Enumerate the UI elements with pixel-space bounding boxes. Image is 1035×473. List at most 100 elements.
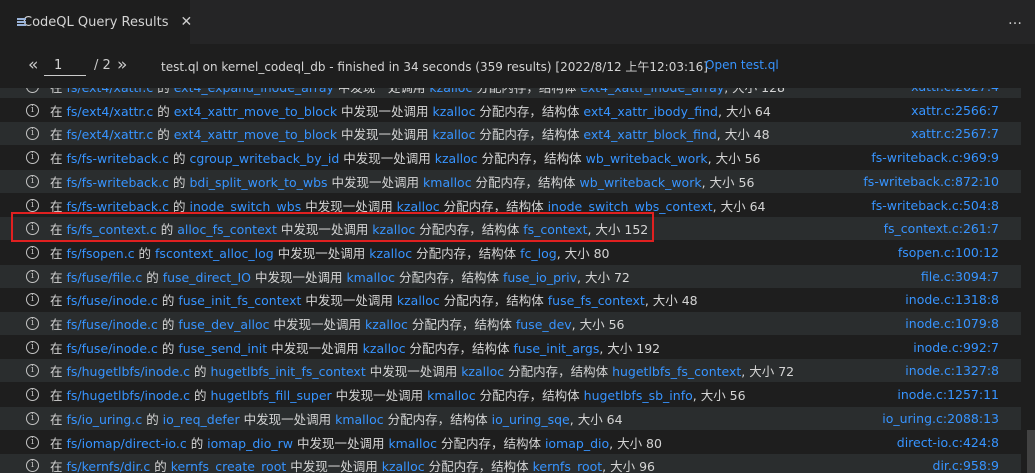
struct-link[interactable]: fuse_io_priv bbox=[503, 270, 577, 285]
function-link[interactable]: fscontext_alloc_log bbox=[155, 246, 274, 261]
struct-link[interactable]: kernfs_root bbox=[533, 459, 603, 473]
location-link[interactable]: inode.c:1079:8 bbox=[905, 316, 999, 331]
alloc-function-link[interactable]: kmalloc bbox=[427, 388, 476, 403]
file-link[interactable]: fs/iomap/direct-io.c bbox=[66, 436, 186, 451]
alloc-function-link[interactable]: kzalloc bbox=[433, 127, 476, 142]
open-query-link[interactable]: Open test.ql bbox=[705, 58, 779, 72]
alloc-function-link[interactable]: kzalloc bbox=[461, 364, 504, 379]
alloc-function-link[interactable]: kzalloc bbox=[365, 317, 408, 332]
alloc-function-link[interactable]: kzalloc bbox=[382, 459, 425, 473]
file-link[interactable]: fs/ext4/xattr.c bbox=[66, 127, 153, 142]
file-link[interactable]: fs/fs_context.c bbox=[66, 222, 156, 237]
file-link[interactable]: fs/fs-writeback.c bbox=[66, 151, 169, 166]
file-link[interactable]: fs/fuse/inode.c bbox=[66, 293, 157, 308]
alloc-function-link[interactable]: kzalloc bbox=[369, 246, 412, 261]
scrollbar[interactable] bbox=[1027, 430, 1035, 473]
alloc-function-link[interactable]: kzalloc bbox=[372, 222, 415, 237]
struct-link[interactable]: io_uring_sqe bbox=[492, 412, 570, 427]
alloc-function-link[interactable]: kzalloc bbox=[397, 199, 440, 214]
location-link[interactable]: inode.c:1318:8 bbox=[905, 292, 999, 307]
struct-link[interactable]: ext4_xattr_inode_array bbox=[580, 88, 724, 95]
struct-link[interactable]: fuse_fs_context bbox=[548, 293, 645, 308]
struct-link[interactable]: ext4_xattr_block_find bbox=[583, 127, 716, 142]
close-icon[interactable]: ✕ bbox=[180, 14, 192, 30]
result-row[interactable]: i在 fs/fuse/inode.c 的 fuse_send_init 中发现一… bbox=[0, 336, 1021, 359]
result-row[interactable]: i在 fs/ext4/xattr.c 的 ext4_xattr_move_to_… bbox=[0, 99, 1021, 122]
struct-link[interactable]: hugetlbfs_sb_info bbox=[584, 388, 693, 403]
function-link[interactable]: ext4_xattr_move_to_block bbox=[174, 127, 337, 142]
file-link[interactable]: fs/ext4/xattr.c bbox=[66, 88, 153, 95]
result-row[interactable]: i在 fs/fs-writeback.c 的 cgroup_writeback_… bbox=[0, 146, 1021, 169]
struct-link[interactable]: fuse_dev bbox=[516, 317, 572, 332]
result-row[interactable]: i在 fs/fuse/inode.c 的 fuse_init_fs_contex… bbox=[0, 288, 1021, 311]
file-link[interactable]: fs/hugetlbfs/inode.c bbox=[66, 364, 190, 379]
alloc-function-link[interactable]: kzalloc bbox=[433, 104, 476, 119]
file-link[interactable]: fs/ext4/xattr.c bbox=[66, 104, 153, 119]
alloc-function-link[interactable]: kmalloc bbox=[346, 270, 395, 285]
function-link[interactable]: fuse_init_fs_context bbox=[178, 293, 301, 308]
function-link[interactable]: iomap_dio_rw bbox=[207, 436, 293, 451]
result-row[interactable]: i在 fs/ext4/xattr.c 的 ext4_xattr_move_to_… bbox=[0, 122, 1021, 146]
result-row[interactable]: i 在 fs/io_uring.c 的 io_req_defer 中发现一处调用 … bbox=[0, 406, 1021, 430]
function-link[interactable]: ext4_xattr_move_to_block bbox=[174, 104, 337, 119]
function-link[interactable]: fuse_send_init bbox=[178, 341, 267, 356]
result-row[interactable]: i在 fs/fuse/file.c 的 fuse_direct_IO 中发现一处… bbox=[0, 264, 1021, 288]
location-link[interactable]: xattr.c:2567:7 bbox=[911, 126, 999, 141]
result-row[interactable]: i在 fs/hugetlbfs/inode.c 的 hugetlbfs_init… bbox=[0, 359, 1021, 383]
function-link[interactable]: hugetlbfs_init_fs_context bbox=[210, 364, 365, 379]
alloc-function-link[interactable]: kzalloc bbox=[429, 88, 472, 95]
file-link[interactable]: fs/hugetlbfs/inode.c bbox=[66, 388, 190, 403]
struct-link[interactable]: ext4_xattr_ibody_find bbox=[583, 104, 718, 119]
alloc-function-link[interactable]: kmalloc bbox=[335, 412, 384, 427]
function-link[interactable]: cgroup_writeback_by_id bbox=[189, 151, 339, 166]
result-row[interactable]: i在 fs/fs-writeback.c 的 bdi_split_work_to… bbox=[0, 169, 1021, 193]
previous-page-button[interactable]: « bbox=[28, 55, 38, 75]
struct-link[interactable]: fs_context bbox=[523, 222, 587, 237]
struct-link[interactable]: hugetlbfs_fs_context bbox=[612, 364, 741, 379]
location-link[interactable]: fs_context.c:261:7 bbox=[884, 221, 999, 236]
function-link[interactable]: ext4_expand_inode_array bbox=[174, 88, 334, 95]
tab-codeql-query-results[interactable]: CodeQL Query Results ✕ bbox=[0, 0, 192, 44]
file-link[interactable]: fs/fuse/inode.c bbox=[66, 317, 157, 332]
struct-link[interactable]: fc_log bbox=[520, 246, 557, 261]
location-link[interactable]: inode.c:992:7 bbox=[913, 340, 999, 355]
location-link[interactable]: inode.c:1257:11 bbox=[897, 387, 999, 402]
function-link[interactable]: hugetlbfs_fill_super bbox=[210, 388, 331, 403]
struct-link[interactable]: wb_writeback_work bbox=[580, 175, 702, 190]
location-link[interactable]: inode.c:1327:8 bbox=[905, 363, 999, 378]
location-link[interactable]: fs-writeback.c:872:10 bbox=[863, 174, 999, 189]
alloc-function-link[interactable]: kzalloc bbox=[363, 341, 406, 356]
function-link[interactable]: fuse_dev_alloc bbox=[178, 317, 269, 332]
more-actions-icon[interactable]: … bbox=[1008, 12, 1023, 28]
function-link[interactable]: io_req_defer bbox=[163, 412, 240, 427]
result-row[interactable]: i在 fs/iomap/direct-io.c 的 iomap_dio_rw 中… bbox=[0, 431, 1021, 454]
result-row[interactable]: i在 fs/fuse/inode.c 的 fuse_dev_alloc 中发现一… bbox=[0, 312, 1021, 335]
location-link[interactable]: fs-writeback.c:504:8 bbox=[871, 198, 999, 213]
struct-link[interactable]: fuse_init_args bbox=[514, 341, 600, 356]
location-link[interactable]: xattr.c:2627:4 bbox=[911, 88, 999, 94]
struct-link[interactable]: iomap_dio bbox=[545, 436, 609, 451]
function-link[interactable]: inode_switch_wbs bbox=[189, 199, 301, 214]
result-row[interactable]: i 在 fs/kernfs/dir.c 的 kernfs_create_root … bbox=[0, 454, 1021, 473]
file-link[interactable]: fs/io_uring.c bbox=[66, 412, 142, 427]
location-link[interactable]: fs-writeback.c:969:9 bbox=[871, 150, 999, 165]
result-row[interactable]: i在 fs/fs_context.c 的 alloc_fs_context 中发… bbox=[0, 217, 1021, 241]
struct-link[interactable]: wb_writeback_work bbox=[586, 151, 708, 166]
file-link[interactable]: fs/fuse/inode.c bbox=[66, 341, 157, 356]
location-link[interactable]: direct-io.c:424:8 bbox=[897, 435, 999, 450]
function-link[interactable]: fuse_direct_IO bbox=[163, 270, 251, 285]
location-link[interactable]: fsopen.c:100:12 bbox=[898, 245, 999, 260]
page-number-input[interactable] bbox=[44, 56, 86, 76]
function-link[interactable]: alloc_fs_context bbox=[177, 222, 277, 237]
result-row[interactable]: i在 fs/fsopen.c 的 fscontext_alloc_log 中发现… bbox=[0, 241, 1021, 264]
alloc-function-link[interactable]: kzalloc bbox=[435, 151, 478, 166]
location-link[interactable]: dir.c:958:9 bbox=[933, 458, 999, 473]
alloc-function-link[interactable]: kmalloc bbox=[388, 436, 437, 451]
file-link[interactable]: fs/fs-writeback.c bbox=[66, 199, 169, 214]
location-link[interactable]: file.c:3094:7 bbox=[921, 269, 999, 284]
file-link[interactable]: fs/fsopen.c bbox=[66, 246, 134, 261]
result-row[interactable]: i 在 fs/fs-writeback.c 的 inode_switch_wbs … bbox=[0, 194, 1021, 217]
location-link[interactable]: xattr.c:2566:7 bbox=[911, 103, 999, 118]
file-link[interactable]: fs/fuse/file.c bbox=[66, 270, 142, 285]
location-link[interactable]: io_uring.c:2088:13 bbox=[882, 411, 999, 426]
